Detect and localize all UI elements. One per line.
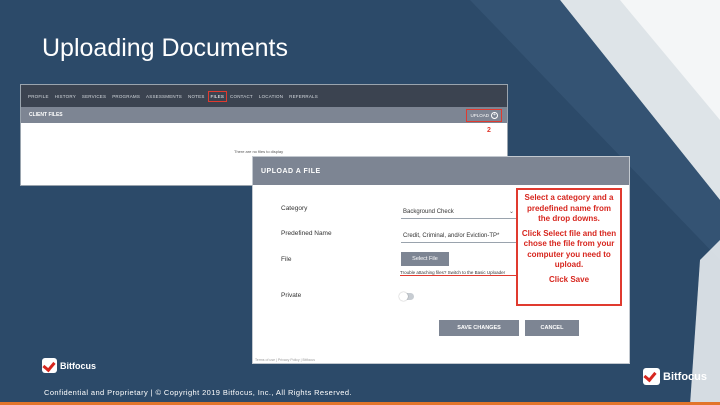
logo-text: Bitfocus — [663, 370, 707, 383]
bitfocus-check-icon — [643, 368, 660, 385]
nav-item-contact[interactable]: CONTACT — [230, 94, 253, 99]
file-label: File — [281, 256, 292, 263]
nav-item-profile[interactable]: PROFILE — [28, 94, 49, 99]
chevron-down-icon: ⌄ — [508, 209, 514, 215]
copyright-footer: Confidential and Proprietary | © Copyrig… — [44, 388, 352, 397]
nav-item-services[interactable]: SERVICES — [82, 94, 106, 99]
instruction-step-3: Click Save — [548, 274, 590, 284]
empty-files-message: There are no files to display — [234, 149, 284, 154]
client-nav-bar: PROFILE HISTORY SERVICES PROGRAMS ASSESS… — [21, 85, 507, 107]
nav-item-files[interactable]: FILES — [207, 90, 227, 102]
toggle-knob — [399, 292, 408, 301]
dialog-footer-text: Terms of use | Privacy Policy | Bitfocus — [255, 358, 315, 362]
predefined-name-label: Predefined Name — [281, 230, 332, 237]
plus-circle-icon: + — [491, 111, 498, 119]
instruction-step-1: Select a category and a predefined name … — [524, 193, 614, 223]
bitfocus-check-icon — [42, 358, 57, 373]
predefined-name-select[interactable]: Credit, Criminal, and/or Eviction-TP* — [401, 229, 516, 243]
instruction-step-2: Click Select file and then chose the fil… — [521, 228, 617, 270]
private-toggle[interactable] — [399, 292, 414, 301]
dialog-header: UPLOAD A FILE — [253, 157, 629, 185]
bitfocus-logo-left: Bitfocus — [42, 358, 96, 373]
dialog-title: UPLOAD A FILE — [261, 167, 321, 175]
slide-title: Uploading Documents — [42, 34, 288, 62]
bitfocus-logo-right: Bitfocus — [643, 368, 707, 385]
instruction-callout: Select a category and a predefined name … — [516, 188, 622, 306]
slide: { "slide": { "title": "Uploading Documen… — [0, 0, 720, 405]
upload-button[interactable]: UPLOAD + — [466, 108, 502, 122]
nav-item-location[interactable]: LOCATION — [259, 94, 283, 99]
nav-item-notes[interactable]: NOTES — [188, 94, 205, 99]
nav-item-referrals[interactable]: REFERRALS — [289, 94, 318, 99]
logo-text: Bitfocus — [60, 360, 96, 371]
category-value: Background Check — [403, 208, 454, 215]
private-label: Private — [281, 292, 302, 299]
client-files-header: CLIENT FILES UPLOAD + — [21, 107, 507, 123]
cancel-button[interactable]: CANCEL — [525, 320, 579, 336]
nav-item-programs[interactable]: PROGRAMS — [112, 94, 140, 99]
nav-item-assessments[interactable]: ASSESSMENTS — [146, 94, 182, 99]
category-select[interactable]: Background Check ⌄ — [401, 205, 516, 219]
category-label: Category — [281, 205, 308, 212]
step-marker-2: 2 — [487, 127, 491, 134]
upload-label: UPLOAD — [470, 112, 489, 118]
basic-uploader-link[interactable]: Trouble attaching files? Switch to the B… — [400, 270, 518, 276]
predefined-name-value: Credit, Criminal, and/or Eviction-TP* — [403, 232, 500, 239]
client-files-title: CLIENT FILES — [29, 112, 63, 118]
select-file-button[interactable]: Select File — [401, 252, 449, 266]
save-changes-button[interactable]: SAVE CHANGES — [439, 320, 519, 336]
nav-item-history[interactable]: HISTORY — [55, 94, 76, 99]
